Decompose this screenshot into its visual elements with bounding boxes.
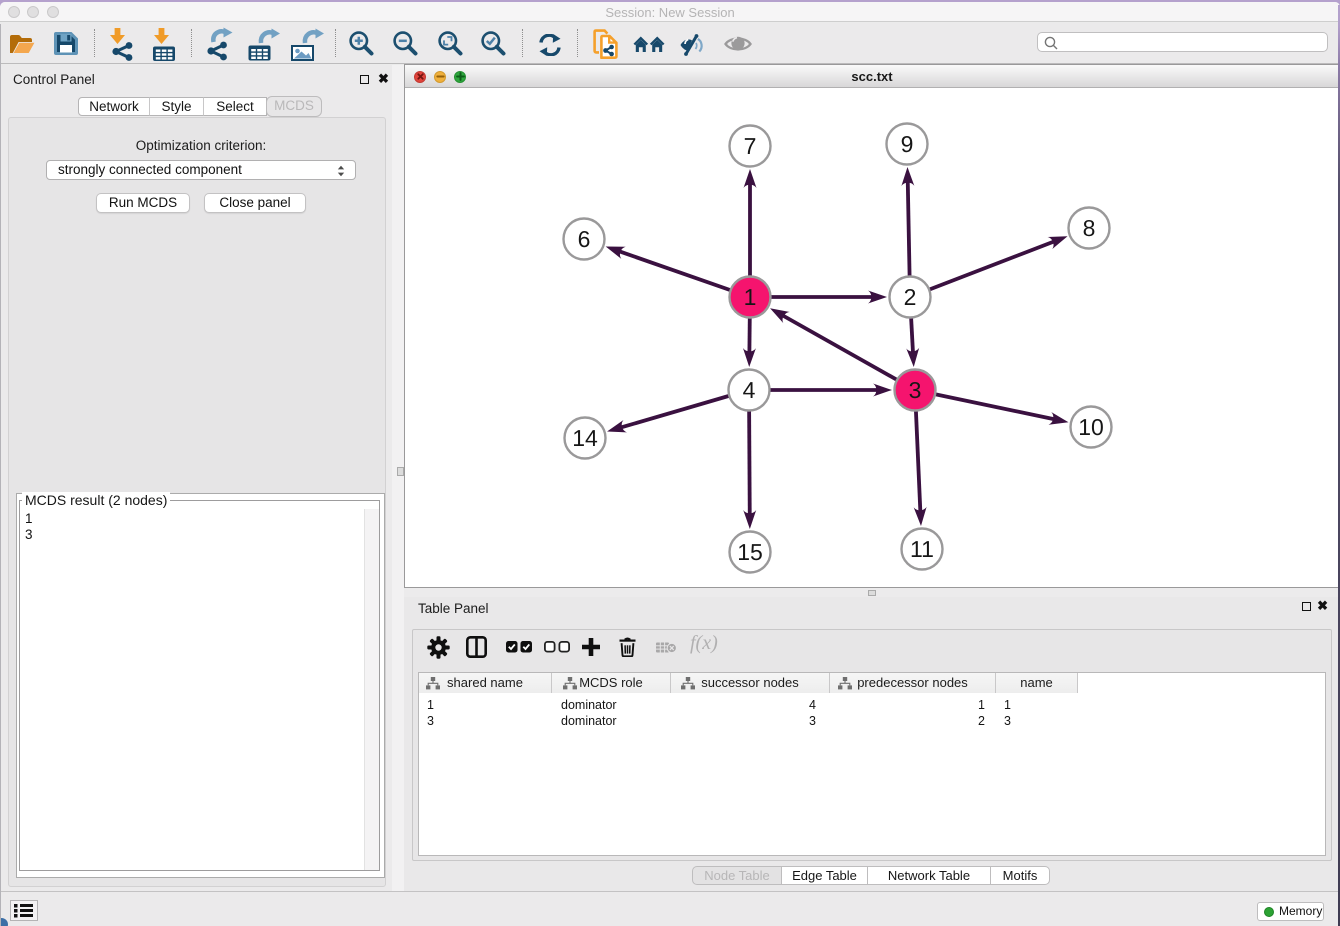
- svg-text:15: 15: [737, 539, 763, 565]
- svg-text:3: 3: [909, 377, 922, 403]
- svg-text:7: 7: [744, 133, 757, 159]
- svg-text:14: 14: [572, 425, 598, 451]
- svg-text:8: 8: [1083, 215, 1096, 241]
- svg-text:4: 4: [743, 377, 756, 403]
- svg-text:11: 11: [910, 536, 934, 562]
- svg-text:9: 9: [901, 131, 914, 157]
- svg-text:6: 6: [578, 226, 591, 252]
- svg-text:2: 2: [904, 284, 917, 310]
- svg-text:1: 1: [744, 284, 757, 310]
- svg-text:10: 10: [1078, 414, 1104, 440]
